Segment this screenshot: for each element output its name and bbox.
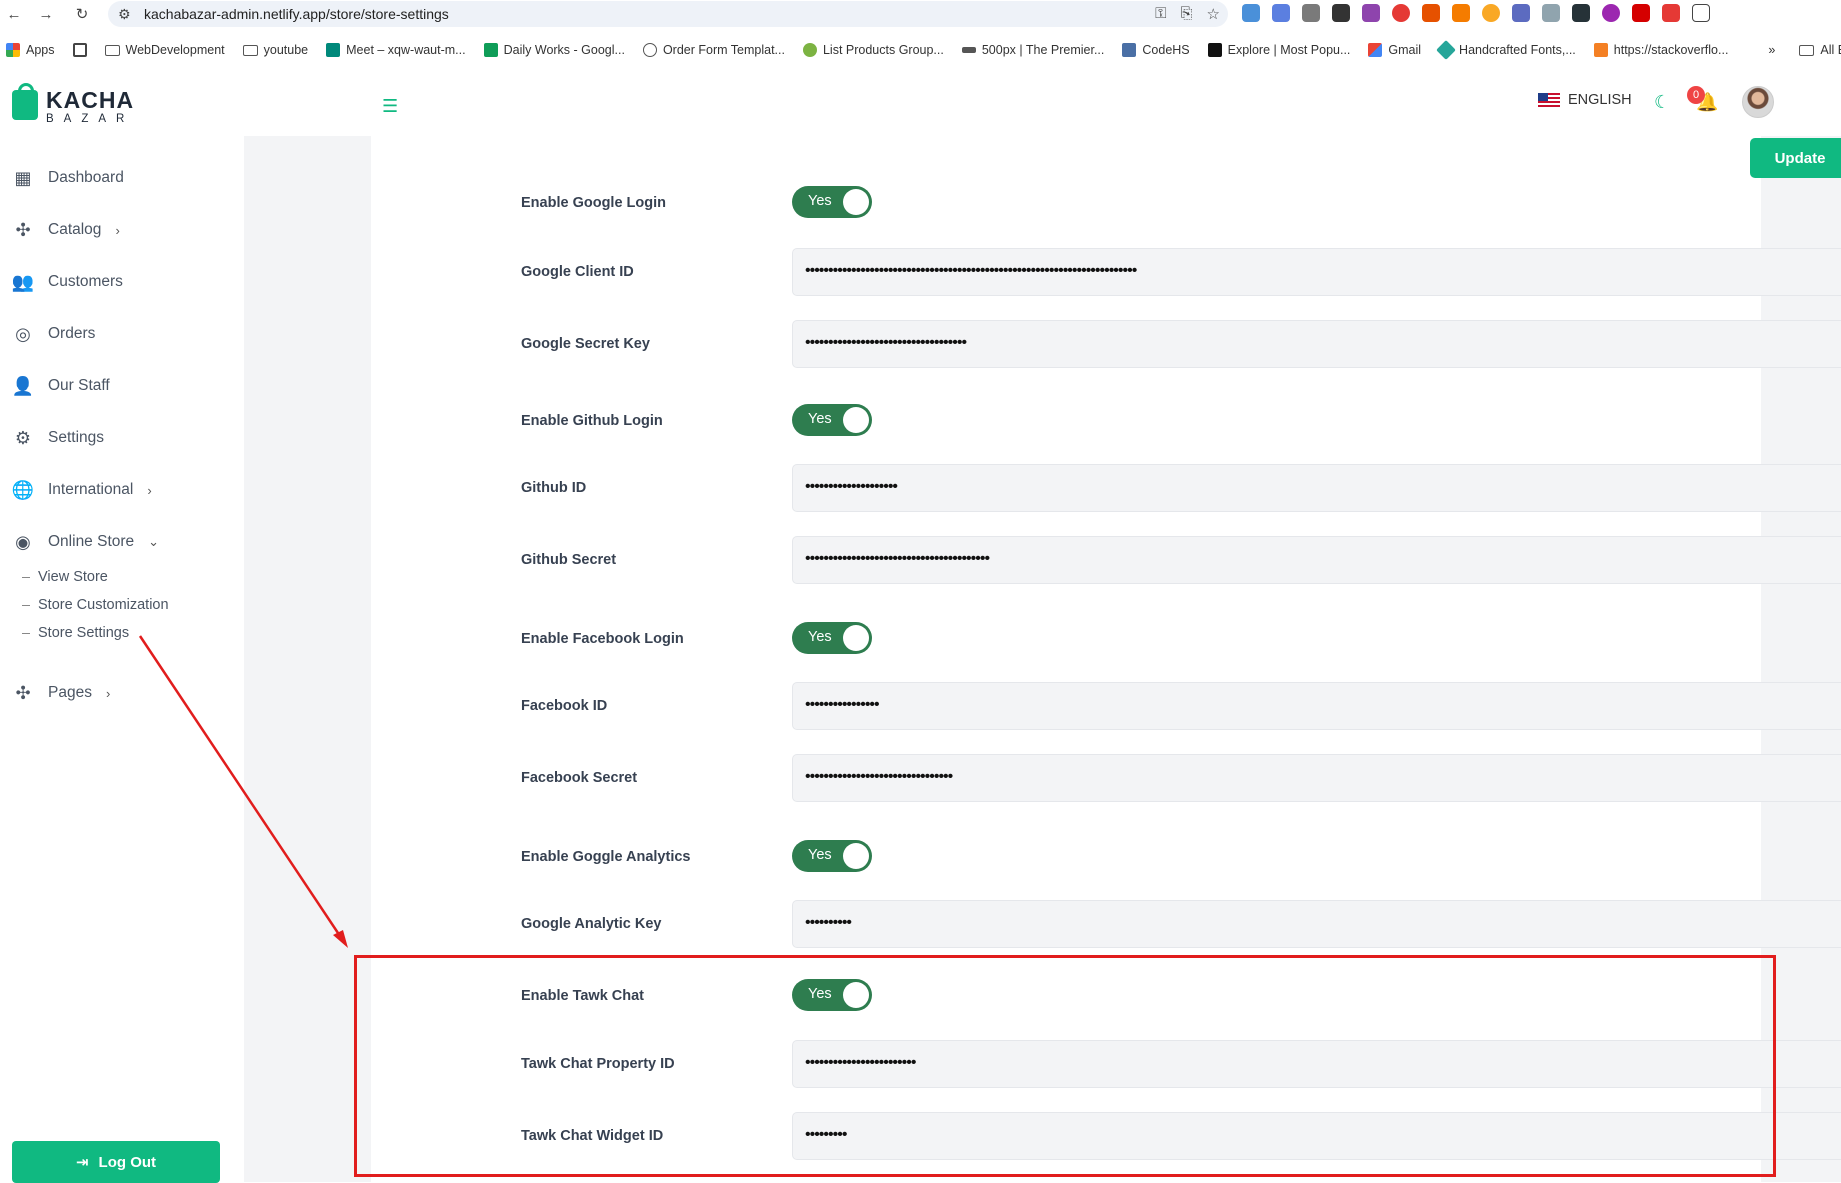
annotation-arrow bbox=[138, 635, 348, 948]
annotation-arrow-line bbox=[138, 635, 346, 943]
annotation-arrow-head bbox=[333, 930, 348, 948]
